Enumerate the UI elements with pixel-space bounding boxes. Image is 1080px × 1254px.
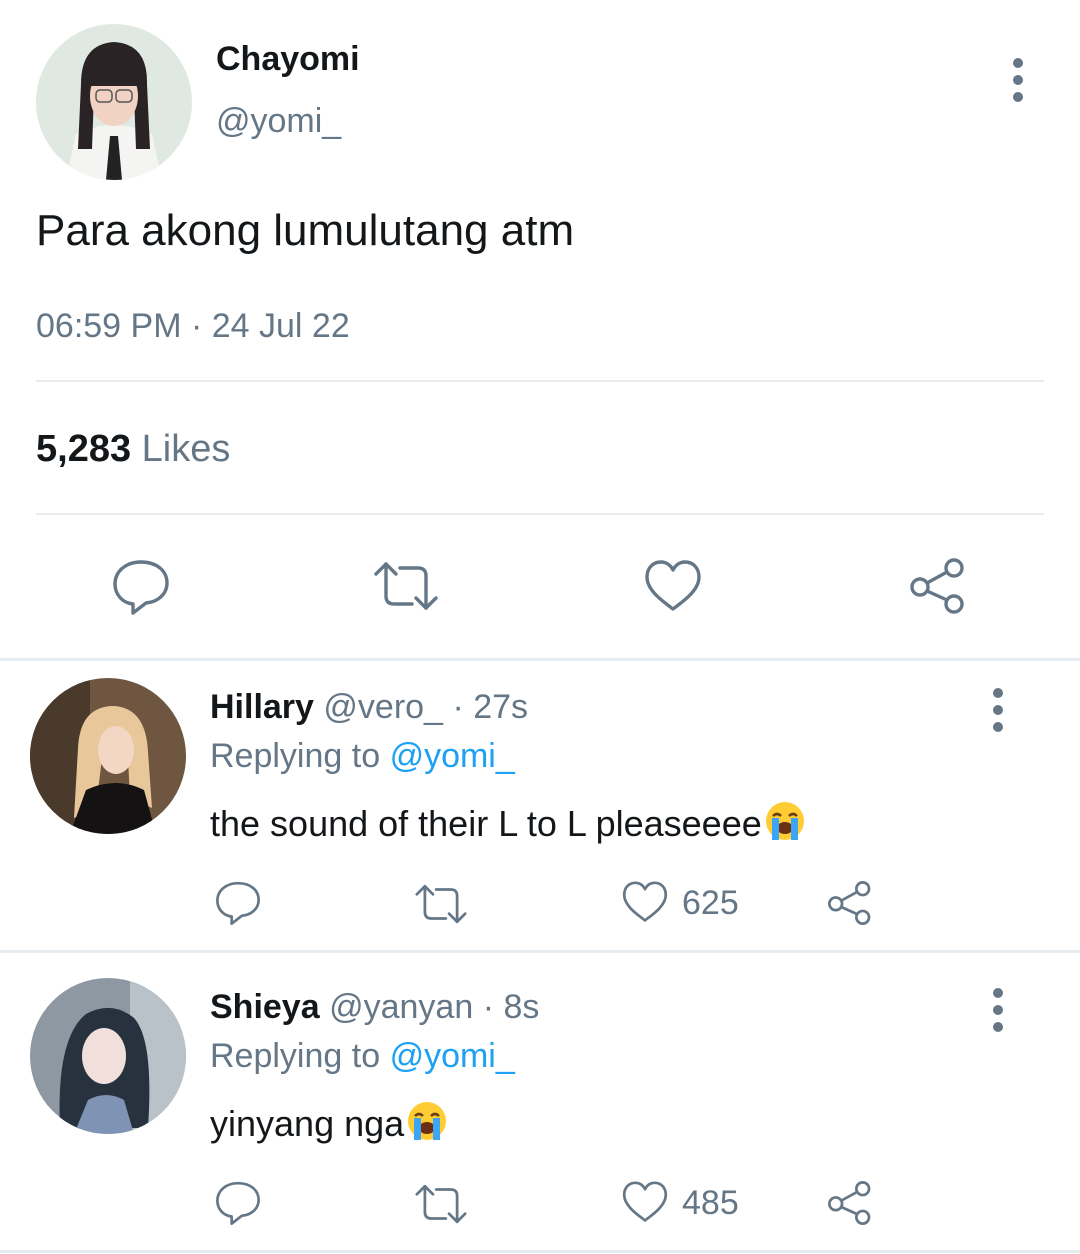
divider xyxy=(0,1250,1080,1253)
reply-header: Shieya @yanyan · 8s xyxy=(210,988,539,1027)
share-icon[interactable] xyxy=(825,1180,875,1226)
reply-time[interactable]: · 27s xyxy=(452,688,528,726)
tweet-timestamp[interactable]: 06:59 PM · 24 Jul 22 xyxy=(36,307,350,346)
divider xyxy=(36,513,1044,515)
loudly-crying-face-icon xyxy=(408,1102,447,1140)
reply-text-content: yinyang nga xyxy=(210,1103,405,1144)
reply-author-name[interactable]: Shieya xyxy=(210,988,320,1026)
replying-to-handle[interactable]: @yomi_ xyxy=(390,1037,515,1075)
like-icon[interactable] xyxy=(621,1180,669,1224)
author-avatar[interactable] xyxy=(36,24,192,180)
author-handle[interactable]: @yomi_ xyxy=(216,102,341,141)
more-options-icon[interactable] xyxy=(991,688,1005,739)
likes-stat[interactable]: 5,283 Likes xyxy=(36,428,230,471)
divider xyxy=(0,950,1080,953)
reply-avatar[interactable] xyxy=(30,978,186,1134)
retweet-icon[interactable] xyxy=(370,560,442,612)
divider xyxy=(36,380,1044,382)
replying-to: Replying to @yomi_ xyxy=(210,737,515,776)
share-icon[interactable] xyxy=(825,880,875,926)
like-icon[interactable] xyxy=(621,880,669,924)
loudly-crying-face-icon xyxy=(765,802,804,840)
replying-to: Replying to @yomi_ xyxy=(210,1037,515,1076)
reply-avatar[interactable] xyxy=(30,678,186,834)
replying-to-label: Replying to xyxy=(210,737,381,775)
like-icon[interactable] xyxy=(643,559,703,613)
share-icon[interactable] xyxy=(907,557,969,615)
more-options-icon[interactable] xyxy=(1011,58,1025,109)
replying-to-label: Replying to xyxy=(210,1037,381,1075)
replying-to-handle[interactable]: @yomi_ xyxy=(390,737,515,775)
reply-icon[interactable] xyxy=(213,1180,263,1226)
like-count: 485 xyxy=(682,1184,739,1222)
tweet-text: Para akong lumulutang atm xyxy=(36,206,575,255)
reply-icon[interactable] xyxy=(213,880,263,926)
reply-icon[interactable] xyxy=(110,558,172,616)
reply-author-handle[interactable]: @yanyan xyxy=(329,988,473,1026)
likes-count: 5,283 xyxy=(36,428,132,470)
reply-author-name[interactable]: Hillary xyxy=(210,688,314,726)
author-name[interactable]: Chayomi xyxy=(216,40,360,79)
reply-time[interactable]: · 8s xyxy=(483,988,540,1026)
more-options-icon[interactable] xyxy=(991,988,1005,1039)
likes-label: Likes xyxy=(141,428,231,470)
divider xyxy=(0,658,1080,661)
reply-author-handle[interactable]: @vero_ xyxy=(323,688,443,726)
reply-header: Hillary @vero_ · 27s xyxy=(210,688,528,727)
retweet-icon[interactable] xyxy=(412,883,470,925)
retweet-icon[interactable] xyxy=(412,1183,470,1225)
like-count: 625 xyxy=(682,884,739,922)
reply-text-content: the sound of their L to L pleaseeee xyxy=(210,803,762,844)
reply-text: the sound of their L to L pleaseeee xyxy=(210,800,806,845)
reply-text: yinyang nga xyxy=(210,1100,448,1145)
